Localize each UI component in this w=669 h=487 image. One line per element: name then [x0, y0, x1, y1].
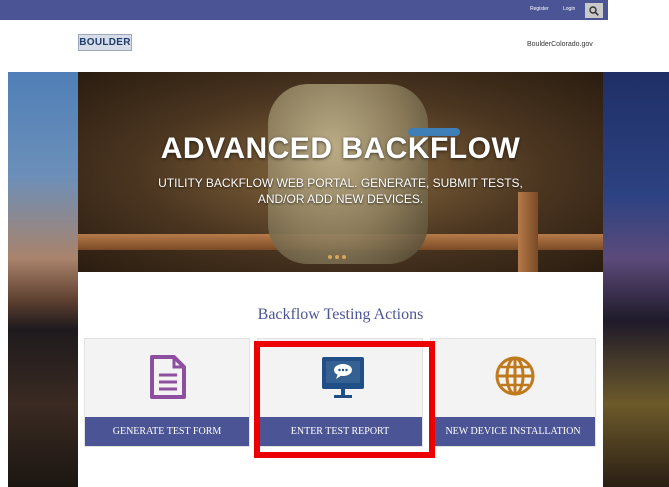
- hero-title: ADVANCED BACKFLOW: [160, 132, 521, 165]
- top-bar: Register Login: [0, 0, 608, 20]
- new-device-installation-button[interactable]: NEW DEVICE INSTALLATION: [431, 417, 595, 446]
- search-icon: [589, 6, 599, 16]
- document-icon: [150, 355, 186, 399]
- hero-subtitle: UTILITY BACKFLOW WEB PORTAL. GENERATE, S…: [78, 175, 603, 207]
- globe-icon: [495, 356, 535, 396]
- generate-test-form-card[interactable]: GENERATE TEST FORM: [84, 338, 250, 447]
- hero-subtitle-line-2: AND/OR ADD NEW DEVICES.: [257, 192, 424, 206]
- carousel-dots[interactable]: [328, 246, 349, 264]
- register-link[interactable]: Register: [530, 6, 549, 12]
- background-image-left: [8, 72, 78, 487]
- background-image-right: [603, 72, 669, 487]
- generate-test-form-button[interactable]: GENERATE TEST FORM: [85, 417, 249, 446]
- hero-subtitle-line-1: UTILITY BACKFLOW WEB PORTAL. GENERATE, S…: [158, 176, 523, 190]
- new-device-installation-card[interactable]: NEW DEVICE INSTALLATION: [430, 338, 596, 447]
- boulder-logo[interactable]: BOULDER: [78, 34, 132, 51]
- hero-banner: ADVANCED BACKFLOW UTILITY BACKFLOW WEB P…: [78, 72, 603, 272]
- highlight-box: [254, 341, 435, 458]
- search-button[interactable]: [585, 3, 603, 18]
- section-title: Backflow Testing Actions: [257, 306, 424, 323]
- site-link[interactable]: BoulderColorado.gov: [527, 41, 593, 48]
- hero-valve-image: [268, 84, 428, 264]
- login-link[interactable]: Login: [563, 6, 575, 12]
